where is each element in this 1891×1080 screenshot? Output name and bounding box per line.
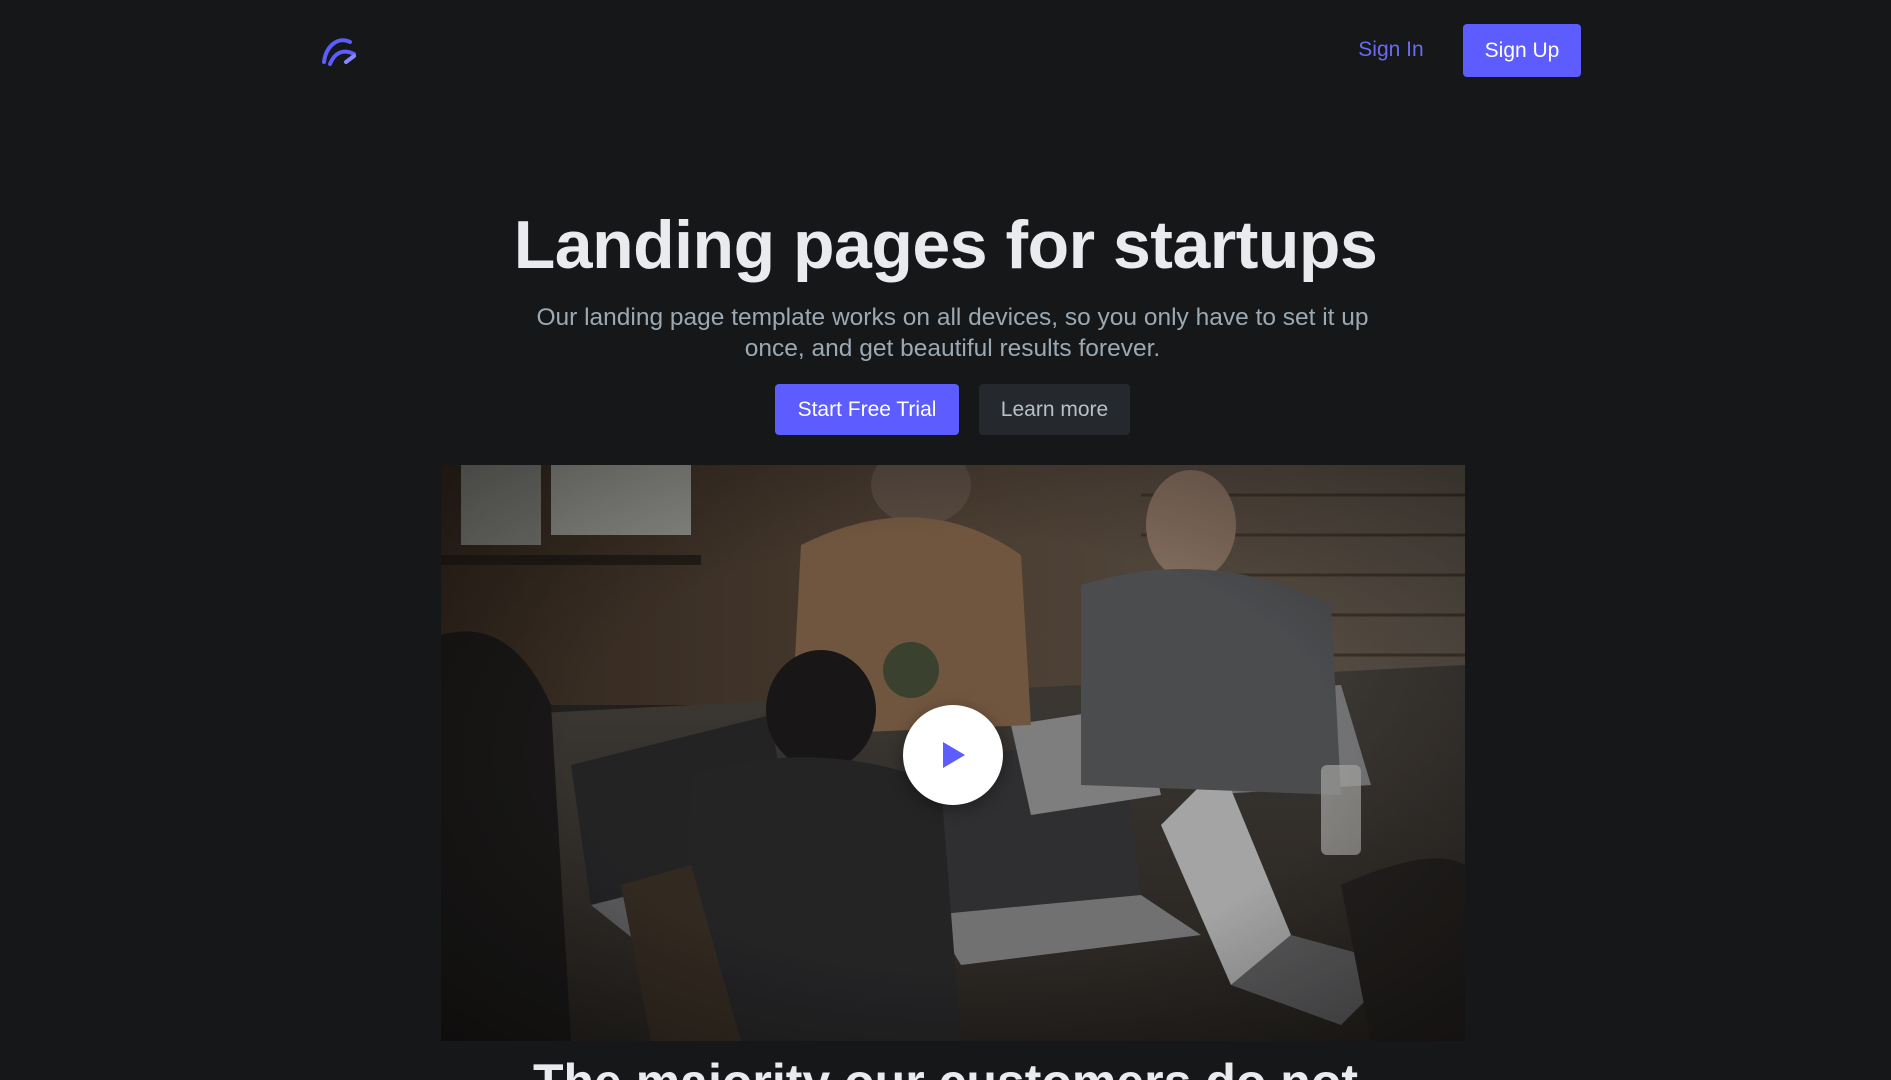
hero-title: Landing pages for startups <box>513 207 1378 283</box>
sign-up-button[interactable]: Sign Up <box>1463 24 1581 77</box>
play-video-button[interactable] <box>903 705 1003 805</box>
learn-more-button[interactable]: Learn more <box>979 384 1130 435</box>
start-free-trial-button[interactable]: Start Free Trial <box>775 384 959 435</box>
section-heading: The majority our customers do not <box>0 1052 1891 1080</box>
sign-in-link[interactable]: Sign In <box>1336 24 1446 76</box>
landing-page: Sign In Sign Up Landing pages for startu… <box>0 0 1891 1080</box>
play-icon <box>943 742 965 768</box>
brand-logo-icon[interactable] <box>320 28 360 68</box>
hero-subtitle: Our landing page template works on all d… <box>536 304 1369 362</box>
site-header: Sign In Sign Up <box>0 0 1891 100</box>
